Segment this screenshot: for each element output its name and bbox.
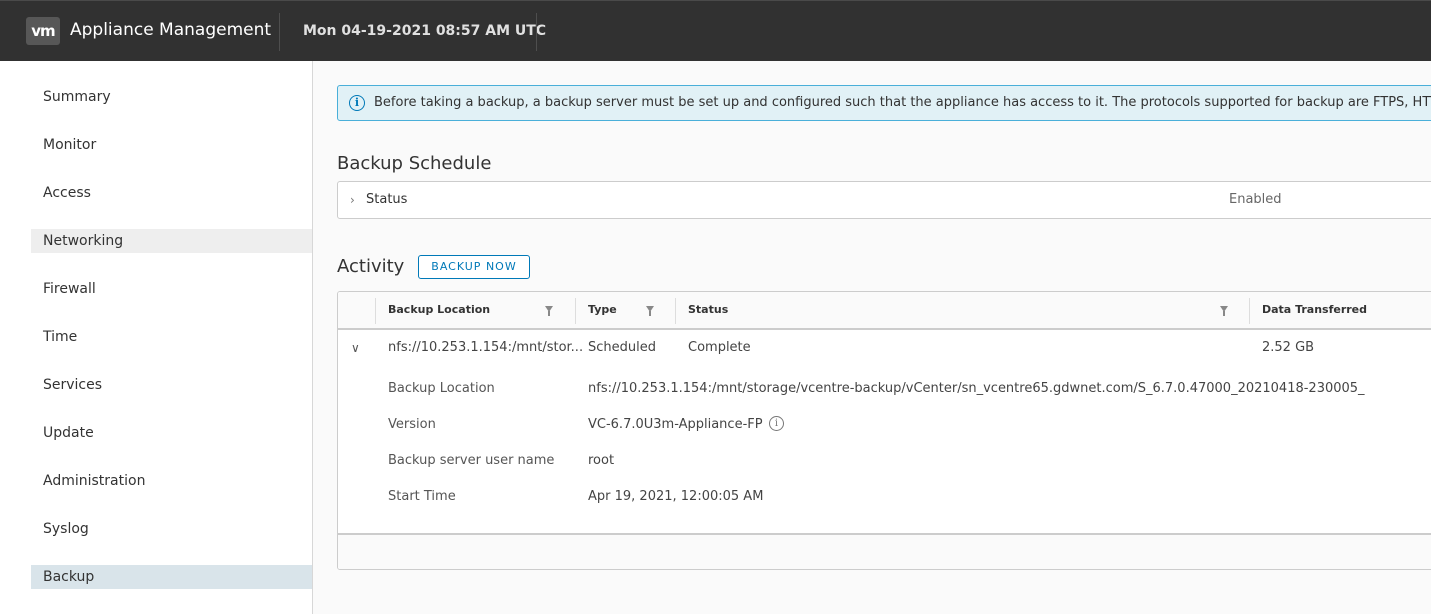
datagrid-footer xyxy=(338,533,1431,569)
app-title: Appliance Management xyxy=(70,20,272,40)
cell-type: Scheduled xyxy=(588,340,656,355)
sidebar-item-update[interactable]: Update xyxy=(31,421,312,445)
activity-datagrid: Backup Location Type Status Data Transfe… xyxy=(337,291,1431,570)
sidebar-nav: Summary Monitor Access Networking Firewa… xyxy=(0,61,313,614)
sidebar-item-monitor[interactable]: Monitor xyxy=(31,133,312,157)
detail-label-start-time: Start Time xyxy=(388,489,456,504)
sidebar-item-summary[interactable]: Summary xyxy=(31,85,312,109)
detail-label-backup-location: Backup Location xyxy=(388,381,495,396)
detail-value-version: VC-6.7.0U3m-Appliance-FP xyxy=(588,417,763,432)
sidebar-item-time[interactable]: Time xyxy=(31,325,312,349)
sidebar-item-services[interactable]: Services xyxy=(31,373,312,397)
detail-value-start-time: Apr 19, 2021, 12:00:05 AM xyxy=(588,489,764,504)
alert-text: Before taking a backup, a backup server … xyxy=(374,95,1431,110)
info-alert: i Before taking a backup, a backup serve… xyxy=(337,85,1431,121)
filter-icon[interactable] xyxy=(545,306,553,316)
column-separator xyxy=(375,298,376,324)
detail-value-backup-location: nfs://10.253.1.154:/mnt/storage/vcentre-… xyxy=(588,381,1365,396)
filter-icon[interactable] xyxy=(1220,306,1228,316)
sidebar-item-backup[interactable]: Backup xyxy=(31,565,312,589)
sidebar-item-administration[interactable]: Administration xyxy=(31,469,312,493)
info-icon: i xyxy=(349,95,365,111)
sidebar-item-firewall[interactable]: Firewall xyxy=(31,277,312,301)
column-header-status[interactable]: Status xyxy=(688,303,728,316)
chevron-right-icon[interactable]: › xyxy=(350,193,355,207)
activity-title: Activity xyxy=(337,256,405,277)
status-value: Enabled xyxy=(1229,192,1282,207)
header-divider xyxy=(279,13,280,51)
detail-label-version: Version xyxy=(388,417,436,432)
filter-icon[interactable] xyxy=(646,306,654,316)
column-header-type[interactable]: Type xyxy=(588,303,617,316)
cell-data-transferred: 2.52 GB xyxy=(1262,340,1315,355)
detail-label-user-name: Backup server user name xyxy=(388,453,555,468)
header-divider xyxy=(536,13,537,51)
sidebar-item-syslog[interactable]: Syslog xyxy=(31,517,312,541)
sidebar-item-access[interactable]: Access xyxy=(31,181,312,205)
backup-schedule-title: Backup Schedule xyxy=(337,153,492,174)
column-separator xyxy=(1249,298,1250,324)
status-label: Status xyxy=(366,192,408,207)
main-content: i Before taking a backup, a backup serve… xyxy=(314,61,1431,614)
column-separator xyxy=(675,298,676,324)
chevron-down-icon[interactable]: ∨ xyxy=(351,341,360,355)
column-header-data-transferred[interactable]: Data Transferred xyxy=(1262,303,1367,316)
backup-now-button[interactable]: BACKUP NOW xyxy=(418,255,530,279)
cell-status: Complete xyxy=(688,340,751,355)
column-separator xyxy=(575,298,576,324)
cell-backup-location: nfs://10.253.1.154:/mnt/stor... xyxy=(388,340,584,355)
sidebar-item-networking[interactable]: Networking xyxy=(31,229,312,253)
app-header: vm Appliance Management Mon 04-19-2021 0… xyxy=(0,0,1431,61)
detail-value-user-name: root xyxy=(588,453,615,468)
datagrid-header: Backup Location Type Status Data Transfe… xyxy=(338,292,1431,330)
version-info-icon[interactable]: i xyxy=(769,416,784,431)
schedule-status-row[interactable]: › Status Enabled xyxy=(337,181,1431,219)
vmware-logo: vm xyxy=(26,17,60,45)
header-datetime: Mon 04-19-2021 08:57 AM UTC xyxy=(303,23,547,39)
column-header-backup-location[interactable]: Backup Location xyxy=(388,303,490,316)
